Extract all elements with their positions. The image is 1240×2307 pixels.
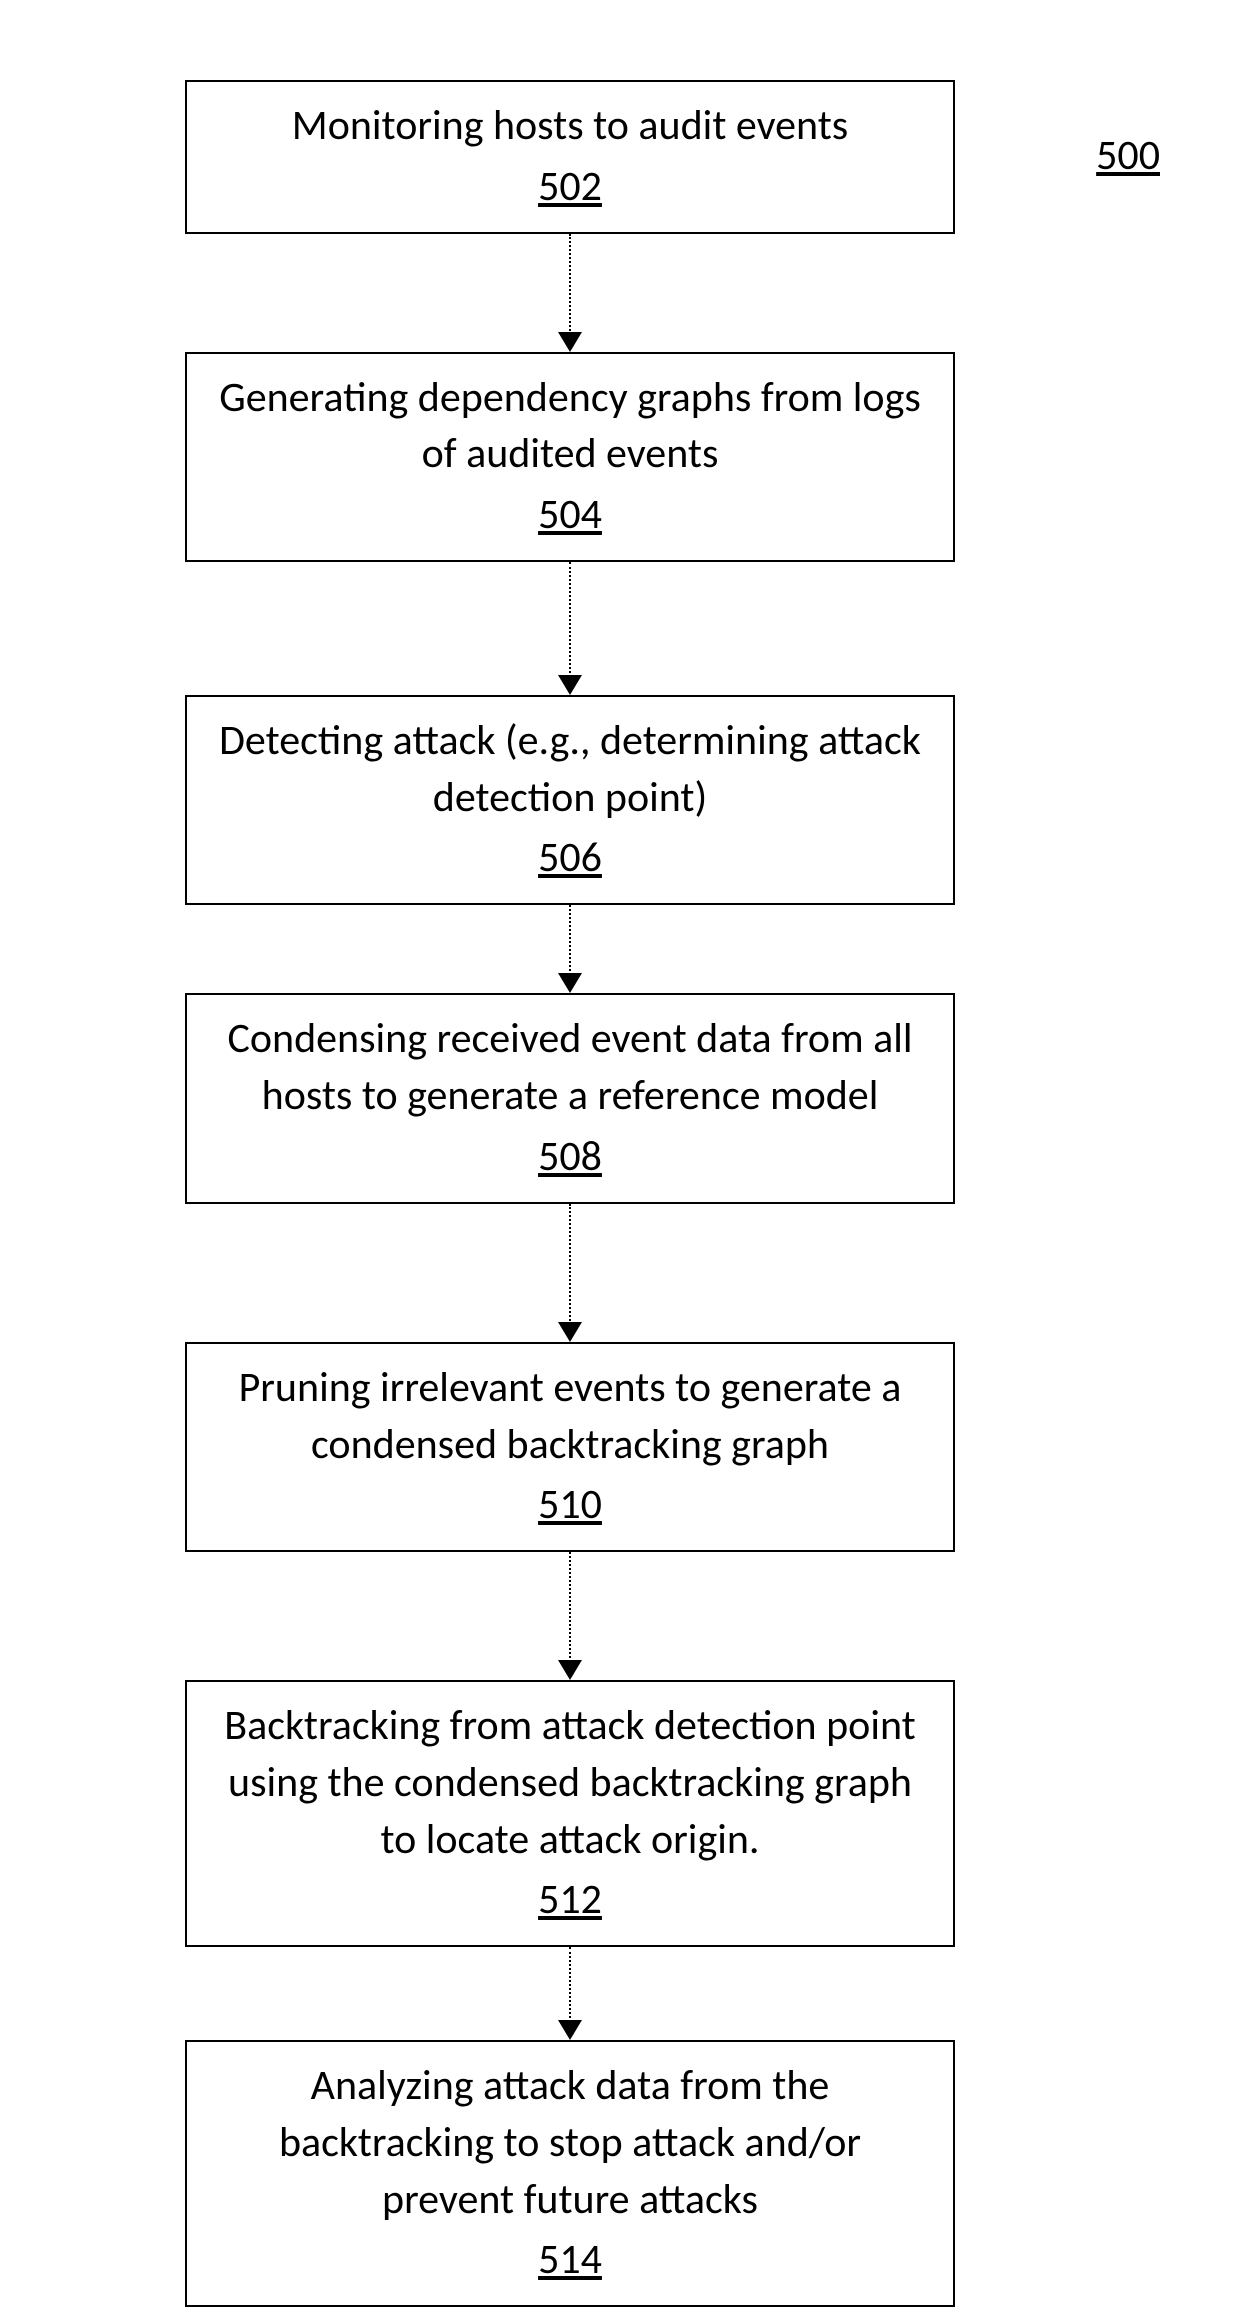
step-number: 512 [538,1874,602,1925]
arrow-head-icon [558,2020,582,2040]
flowchart-container: Monitoring hosts to audit events 502 Gen… [185,80,955,2307]
arrow-shaft [569,234,571,334]
step-number: 510 [538,1479,602,1530]
step-504: Generating dependency graphs from logs o… [185,352,955,562]
step-508: Condensing received event data from all … [185,993,955,1203]
step-text: Condensing received event data from all … [217,1011,923,1124]
arrow-shaft [569,562,571,677]
arrow-head-icon [558,332,582,352]
arrow-icon [558,1204,582,1342]
arrow-shaft [569,905,571,975]
step-512: Backtracking from attack detection point… [185,1680,955,1947]
arrow-icon [558,1947,582,2040]
arrow-icon [558,562,582,695]
step-502: Monitoring hosts to audit events 502 [185,80,955,234]
arrow-head-icon [558,973,582,993]
step-number: 504 [538,489,602,540]
step-number: 506 [538,832,602,883]
arrow-head-icon [558,675,582,695]
step-text: Monitoring hosts to audit events [217,98,923,155]
arrow-icon [558,1552,582,1680]
arrow-shaft [569,1947,571,2022]
arrow-icon [558,905,582,993]
step-number: 514 [538,2234,602,2285]
step-number: 508 [538,1131,602,1182]
figure-reference-number: 500 [1096,130,1160,181]
arrow-shaft [569,1552,571,1662]
arrow-head-icon [558,1322,582,1342]
step-510: Pruning irrelevant events to generate a … [185,1342,955,1552]
arrow-head-icon [558,1660,582,1680]
step-text: Detecting attack (e.g., determining atta… [217,713,923,826]
step-text: Backtracking from attack detection point… [217,1698,923,1868]
step-text: Generating dependency graphs from logs o… [217,370,923,483]
arrow-icon [558,234,582,352]
step-text: Analyzing attack data from the backtrack… [217,2058,923,2228]
arrow-shaft [569,1204,571,1324]
step-514: Analyzing attack data from the backtrack… [185,2040,955,2307]
step-text: Pruning irrelevant events to generate a … [217,1360,923,1473]
step-506: Detecting attack (e.g., determining atta… [185,695,955,905]
step-number: 502 [538,161,602,212]
